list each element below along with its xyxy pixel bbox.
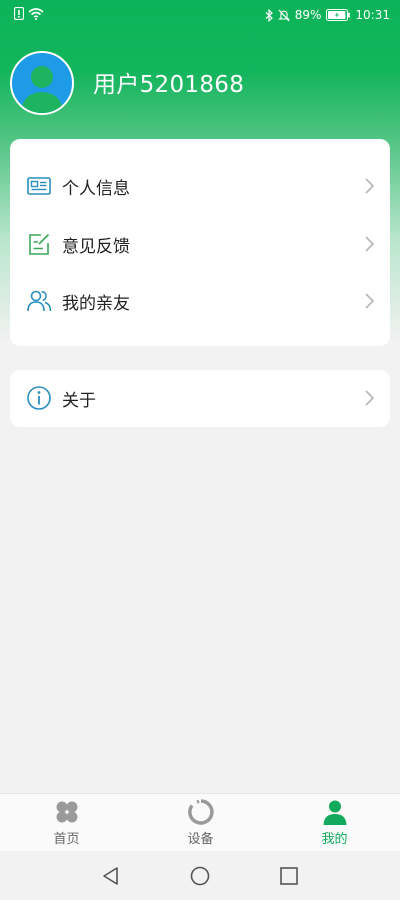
id-card-icon bbox=[27, 177, 51, 195]
clock: 10:31 bbox=[355, 8, 390, 22]
system-navigation-bar bbox=[0, 851, 400, 900]
default-avatar-icon bbox=[21, 66, 63, 113]
wifi-icon bbox=[28, 7, 44, 20]
chevron-right-icon bbox=[365, 293, 375, 309]
chevron-right-icon bbox=[365, 390, 375, 406]
menu-item-personal-info[interactable]: 个人信息 bbox=[10, 158, 390, 214]
about-card: 关于 bbox=[10, 370, 390, 427]
recents-square-icon[interactable] bbox=[278, 865, 300, 887]
avatar[interactable] bbox=[10, 51, 74, 115]
username[interactable]: 用户5201868 bbox=[93, 70, 244, 100]
menu-item-label: 关于 bbox=[62, 390, 96, 411]
battery-icon bbox=[326, 9, 351, 21]
info-icon bbox=[27, 386, 51, 410]
bottom-navigation: 首页 设备 我的 bbox=[0, 793, 400, 852]
chevron-right-icon bbox=[365, 178, 375, 194]
chevron-right-icon bbox=[365, 236, 375, 252]
tab-devices[interactable]: 设备 bbox=[134, 794, 267, 852]
menu-item-label: 意见反馈 bbox=[62, 236, 130, 257]
back-icon[interactable] bbox=[100, 865, 122, 887]
menu-card: 个人信息 意见反馈 我的亲友 bbox=[10, 139, 390, 346]
menu-item-feedback[interactable]: 意见反馈 bbox=[10, 216, 390, 272]
menu-item-family-friends[interactable]: 我的亲友 bbox=[10, 273, 390, 329]
tab-label: 设备 bbox=[187, 832, 214, 847]
home-circle-icon[interactable] bbox=[189, 865, 211, 887]
tab-label: 首页 bbox=[53, 832, 80, 847]
battery-percent: 89% bbox=[294, 8, 322, 22]
clover-icon bbox=[56, 801, 77, 823]
tab-mine[interactable]: 我的 bbox=[268, 794, 400, 852]
users-icon bbox=[27, 290, 52, 312]
feedback-edit-icon bbox=[29, 233, 50, 255]
tab-label: 我的 bbox=[321, 832, 348, 847]
status-bar: 89% 10:31 bbox=[0, 0, 400, 30]
device-ring-icon bbox=[187, 799, 214, 825]
mute-bell-icon bbox=[277, 9, 290, 21]
menu-item-label: 我的亲友 bbox=[62, 293, 130, 314]
tab-home[interactable]: 首页 bbox=[0, 794, 133, 852]
notification-icon bbox=[14, 7, 24, 20]
bluetooth-icon bbox=[265, 8, 273, 22]
person-icon bbox=[323, 800, 346, 825]
menu-item-label: 个人信息 bbox=[62, 178, 130, 199]
menu-item-about[interactable]: 关于 bbox=[10, 370, 390, 426]
